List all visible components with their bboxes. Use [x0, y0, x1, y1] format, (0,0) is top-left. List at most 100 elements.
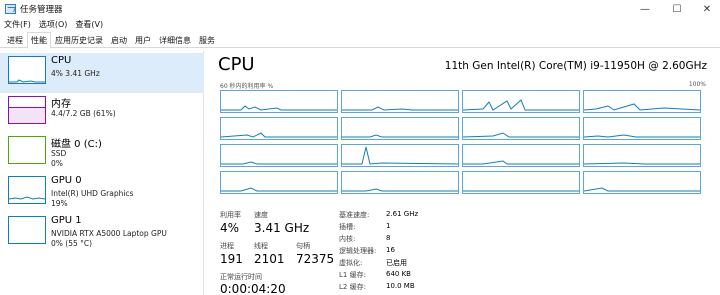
- spec-key: L2 缓存:: [339, 283, 366, 291]
- tab-services[interactable]: 服务: [195, 32, 219, 47]
- utilization-trace: [221, 161, 337, 165]
- utilization-trace: [463, 99, 579, 111]
- maximize-button[interactable]: ☐: [662, 0, 692, 18]
- graph-max-label: 100%: [688, 81, 706, 88]
- sidebar-item-label: 内存: [51, 99, 71, 110]
- sidebar-item-detail: SSD: [51, 149, 67, 158]
- sidebar-item-usage: 0% (55 °C): [51, 239, 93, 248]
- resource-sidebar: CPU 4% 3.41 GHz 内存 4.4/7.2 GB (61%) 磁盘 0…: [0, 51, 204, 295]
- menu-file[interactable]: 文件(F): [0, 18, 35, 32]
- sidebar-item-gpu0[interactable]: GPU 0 Intel(R) UHD Graphics 19%: [0, 173, 204, 213]
- logical-processor-graph: [583, 144, 701, 167]
- utilization-trace: [342, 134, 458, 138]
- utilization-trace: [342, 188, 458, 192]
- logical-processor-graph: [462, 171, 580, 194]
- sidebar-item-usage: 19%: [51, 199, 68, 208]
- disk-mini-graph: [8, 136, 46, 164]
- spec-value: 已启用: [386, 259, 407, 267]
- logical-processor-graph: [341, 144, 459, 167]
- task-manager-icon: [5, 4, 16, 14]
- utilization-trace: [463, 132, 579, 138]
- logical-processor-graph: [220, 144, 338, 167]
- sidebar-item-detail: NVIDIA RTX A5000 Laptop GPU: [51, 229, 167, 238]
- spec-value: 16: [386, 246, 395, 254]
- gpu1-mini-graph: [8, 216, 46, 244]
- threads-value: 2101: [254, 252, 285, 266]
- speed-value: 3.41 GHz: [254, 221, 310, 235]
- utilization-trace: [584, 134, 700, 138]
- logical-processor-graph: [341, 117, 459, 140]
- handles-label: 句柄: [296, 242, 310, 250]
- logical-processor-graph: [462, 117, 580, 140]
- title-bar: 任务管理器 — ☐ ✕: [0, 0, 720, 18]
- sidebar-item-detail: 4.4/7.2 GB (61%): [51, 109, 116, 118]
- logical-processor-graph: [583, 171, 701, 194]
- close-button[interactable]: ✕: [692, 0, 720, 18]
- sidebar-item-memory[interactable]: 内存 4.4/7.2 GB (61%): [0, 93, 204, 133]
- tab-users[interactable]: 用户: [131, 32, 155, 47]
- spec-key: 虚拟化:: [339, 259, 363, 267]
- spec-key: 逻辑处理器:: [339, 247, 377, 255]
- spec-value: 2.61 GHz: [386, 210, 419, 218]
- logical-processor-graph: [341, 171, 459, 194]
- tab-processes[interactable]: 进程: [3, 32, 27, 47]
- graph-caption: 60 秒内的利用率 %: [220, 83, 274, 90]
- window-title: 任务管理器: [20, 5, 63, 15]
- logical-processor-graph: [220, 171, 338, 194]
- spec-key: 插槽:: [339, 223, 356, 231]
- logical-processor-graph: [220, 90, 338, 113]
- logical-processor-graph: [220, 117, 338, 140]
- uptime-value: 0:00:04:20: [220, 282, 286, 295]
- sidebar-item-disk[interactable]: 磁盘 0 (C:) SSD 0%: [0, 133, 204, 173]
- cpu-model-name: 11th Gen Intel(R) Core(TM) i9-11950H @ 2…: [444, 60, 707, 72]
- tab-performance[interactable]: 性能: [27, 32, 51, 49]
- utilization-trace: [221, 132, 337, 138]
- sidebar-item-gpu1[interactable]: GPU 1 NVIDIA RTX A5000 Laptop GPU 0% (55…: [0, 213, 204, 253]
- utilization-trace: [463, 160, 579, 165]
- sidebar-item-detail: Intel(R) UHD Graphics: [51, 189, 134, 198]
- menu-bar: 文件(F) 选项(O) 查看(V): [0, 18, 720, 32]
- utilization-value: 4%: [220, 221, 240, 235]
- minimize-button[interactable]: —: [630, 0, 660, 18]
- spec-value: 8: [386, 234, 391, 242]
- tab-app-history[interactable]: 应用历史记录: [51, 32, 107, 47]
- utilization-trace: [584, 187, 700, 192]
- utilization-trace: [221, 105, 337, 111]
- spec-value: 1: [386, 222, 391, 230]
- spec-key: 基准速度:: [339, 211, 370, 219]
- menu-options[interactable]: 选项(O): [35, 18, 72, 32]
- utilization-trace: [342, 106, 458, 111]
- sidebar-item-cpu[interactable]: CPU 4% 3.41 GHz: [0, 53, 204, 93]
- menu-view[interactable]: 查看(V): [71, 18, 107, 32]
- handles-value: 72375: [296, 252, 335, 266]
- page-title: CPU: [218, 54, 255, 75]
- uptime-label: 正常运行时间: [220, 273, 262, 281]
- logical-processor-graph: [583, 90, 701, 113]
- sidebar-item-label: GPU 0: [51, 175, 82, 186]
- utilization-label: 利用率: [220, 211, 241, 219]
- logical-processor-graph: [462, 90, 580, 113]
- memory-mini-graph: [8, 96, 46, 124]
- utilization-trace: [584, 103, 700, 111]
- tab-startup[interactable]: 启动: [107, 32, 131, 47]
- logical-processor-graph: [341, 90, 459, 113]
- cpu-detail-panel: CPU 11th Gen Intel(R) Core(TM) i9-11950H…: [210, 51, 715, 295]
- sidebar-item-detail: 4% 3.41 GHz: [51, 69, 100, 78]
- sidebar-item-label: 磁盘 0 (C:): [51, 139, 102, 150]
- sidebar-item-label: CPU: [51, 55, 72, 66]
- spec-key: L1 缓存:: [339, 271, 366, 279]
- speed-label: 速度: [254, 211, 268, 219]
- gpu0-mini-graph: [8, 176, 46, 204]
- spec-value: 640 KB: [386, 270, 411, 278]
- cpu-mini-graph: [8, 56, 46, 84]
- logical-processor-graph: [462, 144, 580, 167]
- processes-label: 进程: [220, 242, 234, 250]
- tab-bar: 进程 性能 应用历史记录 启动 用户 详细信息 服务: [0, 32, 720, 49]
- utilization-trace: [221, 187, 337, 192]
- spec-value: 10.0 MB: [386, 282, 415, 290]
- tab-details[interactable]: 详细信息: [155, 32, 195, 47]
- threads-label: 线程: [254, 242, 268, 250]
- sidebar-item-usage: 0%: [51, 159, 63, 168]
- utilization-trace: [584, 162, 700, 165]
- sidebar-item-label: GPU 1: [51, 215, 82, 226]
